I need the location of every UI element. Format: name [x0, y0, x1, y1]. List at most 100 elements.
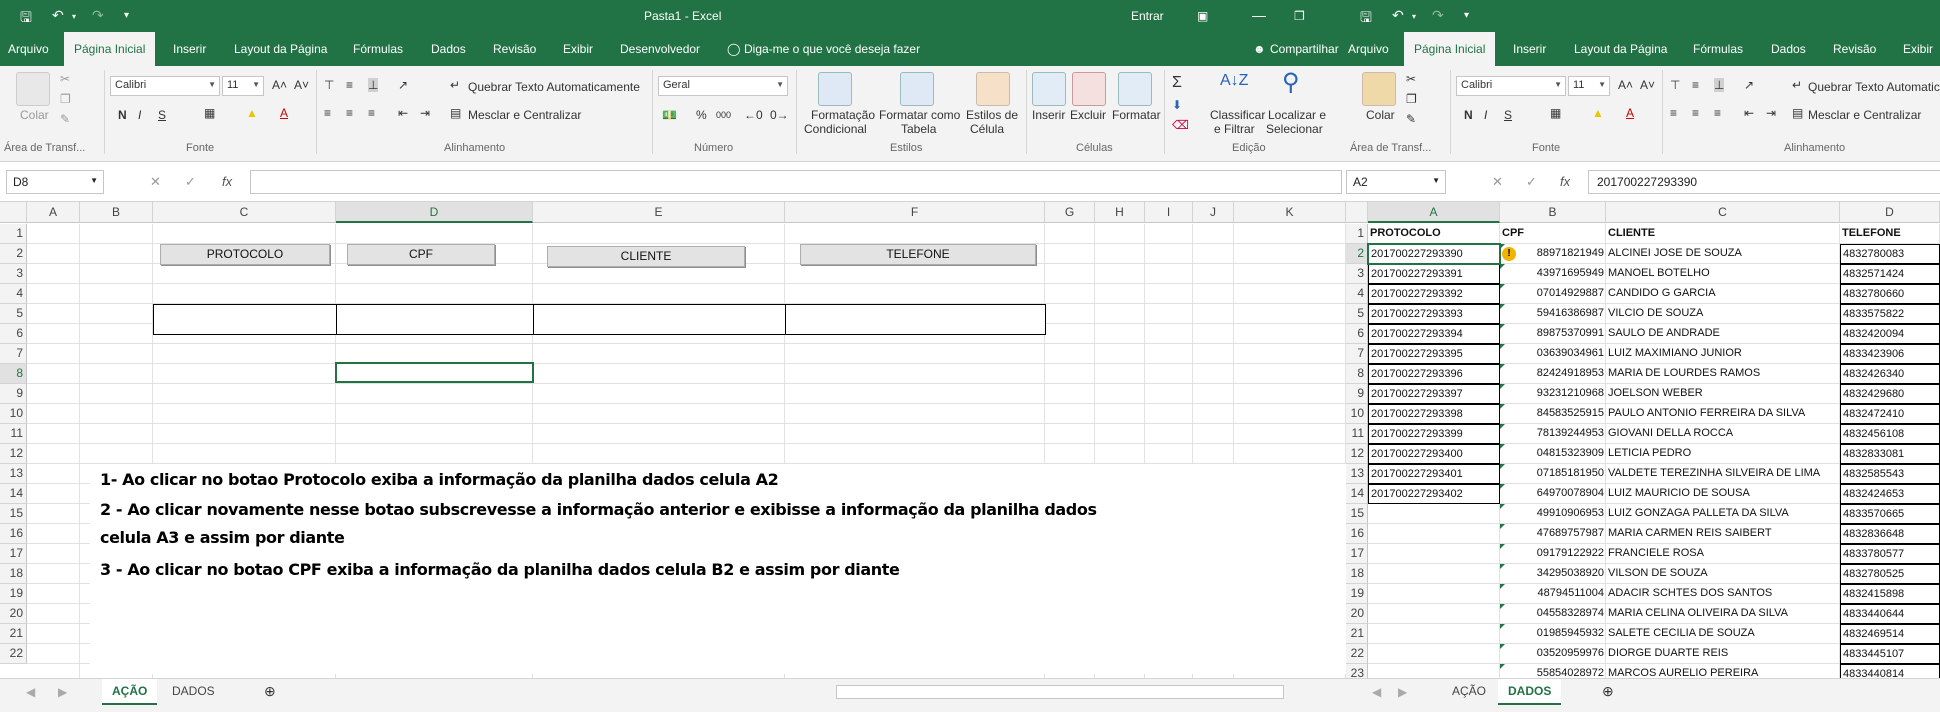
- borders-icon[interactable]: ▦: [204, 106, 215, 120]
- underline-button[interactable]: S: [158, 108, 166, 122]
- row-header[interactable]: 20: [0, 604, 27, 624]
- data-cell[interactable]: 4832472410: [1840, 404, 1940, 424]
- undo-icon[interactable]: ↶: [52, 7, 64, 24]
- customize-qat-icon[interactable]: ▾: [124, 10, 129, 21]
- sign-in-link[interactable]: Entrar: [1131, 9, 1164, 23]
- data-cell[interactable]: 07185181950: [1500, 464, 1606, 484]
- data-cell[interactable]: 4832469514: [1840, 624, 1940, 644]
- accounting-format-icon[interactable]: 💵: [662, 108, 677, 122]
- format-painter-icon[interactable]: ✎: [1406, 112, 1416, 126]
- copy-icon[interactable]: ❐: [1406, 92, 1417, 106]
- data-cell[interactable]: DIORGE DUARTE REIS: [1606, 644, 1840, 664]
- name-box[interactable]: A2 ▼: [1346, 170, 1446, 194]
- paste-icon[interactable]: [1362, 72, 1396, 106]
- data-cell[interactable]: 201700227293400: [1368, 444, 1500, 464]
- borders-icon[interactable]: ▦: [1550, 106, 1561, 120]
- data-cell[interactable]: [1368, 664, 1500, 678]
- row-header[interactable]: 22: [0, 644, 27, 664]
- shrink-font-icon[interactable]: A˅: [1640, 78, 1655, 92]
- selected-cell[interactable]: [1367, 243, 1501, 265]
- tab-dados[interactable]: Dados: [431, 42, 466, 56]
- data-cell[interactable]: 49910906953: [1500, 504, 1606, 524]
- row-header[interactable]: 7: [0, 344, 27, 364]
- increase-indent-icon[interactable]: ⇥: [1766, 106, 1776, 120]
- column-header[interactable]: J: [1193, 202, 1234, 223]
- tab-pagina-inicial[interactable]: Página Inicial: [64, 32, 156, 66]
- data-cell[interactable]: [1368, 604, 1500, 624]
- row-header[interactable]: 20: [1346, 604, 1368, 624]
- sheet-tab-acao[interactable]: AÇÃO: [102, 679, 158, 705]
- fill-icon[interactable]: ⬇: [1172, 98, 1182, 112]
- bold-button[interactable]: N: [1464, 108, 1473, 122]
- increase-decimal-icon[interactable]: ←0: [744, 108, 763, 122]
- share-button[interactable]: Compartilhar: [1270, 42, 1339, 56]
- row-header[interactable]: 23: [1346, 664, 1368, 678]
- data-cell[interactable]: 201700227293398: [1368, 404, 1500, 424]
- data-cell[interactable]: 4833780577: [1840, 544, 1940, 564]
- font-name-combo[interactable]: Calibri ▼: [110, 76, 220, 96]
- data-cell[interactable]: ADACIR SCHTES DOS SANTOS: [1606, 584, 1840, 604]
- find-select-label-1[interactable]: Localizar e: [1268, 108, 1326, 122]
- row-header[interactable]: 4: [0, 284, 27, 304]
- data-cell[interactable]: 04815323909: [1500, 444, 1606, 464]
- data-cell[interactable]: 43971695949: [1500, 264, 1606, 284]
- data-cell[interactable]: LETICIA PEDRO: [1606, 444, 1840, 464]
- row-header[interactable]: 7: [1346, 344, 1368, 364]
- column-header[interactable]: K: [1234, 202, 1346, 223]
- data-cell[interactable]: 201700227293402: [1368, 484, 1500, 504]
- row-header[interactable]: 16: [1346, 524, 1368, 544]
- column-header[interactable]: A: [1368, 202, 1500, 223]
- column-header[interactable]: B: [80, 202, 153, 223]
- data-cell[interactable]: 64970078904: [1500, 484, 1606, 504]
- insert-cells-button[interactable]: Inserir: [1032, 108, 1065, 122]
- data-cell[interactable]: 07014929887: [1500, 284, 1606, 304]
- underline-button[interactable]: S: [1504, 108, 1512, 122]
- format-table-label-1[interactable]: Formatar como: [879, 108, 960, 122]
- save-icon[interactable]: 🖫: [1360, 7, 1372, 31]
- bold-button[interactable]: N: [118, 108, 127, 122]
- column-header[interactable]: H: [1095, 202, 1145, 223]
- select-all-corner[interactable]: [1346, 202, 1368, 223]
- italic-button[interactable]: I: [1484, 108, 1487, 122]
- tab-inserir[interactable]: Inserir: [1513, 42, 1546, 56]
- tab-revisao[interactable]: Revisão: [1833, 42, 1876, 56]
- cell-styles-label-1[interactable]: Estilos de: [966, 108, 1018, 122]
- data-cell[interactable]: LUIZ MAXIMIANO JUNIOR: [1606, 344, 1840, 364]
- data-cell[interactable]: 4833440644: [1840, 604, 1940, 624]
- autosum-icon[interactable]: Σ: [1172, 74, 1182, 92]
- row-header[interactable]: 5: [0, 304, 27, 324]
- format-cells-button[interactable]: Formatar: [1112, 108, 1161, 122]
- data-cell[interactable]: 4832429680: [1840, 384, 1940, 404]
- undo-icon[interactable]: ↶: [1392, 7, 1404, 24]
- horizontal-scrollbar[interactable]: [836, 685, 1284, 699]
- data-cell[interactable]: 89875370991: [1500, 324, 1606, 344]
- prev-sheet-icon[interactable]: ◀: [1372, 685, 1381, 699]
- data-cell[interactable]: 4832424653: [1840, 484, 1940, 504]
- data-cell[interactable]: MANOEL BOTELHO: [1606, 264, 1840, 284]
- align-middle-icon[interactable]: ≡: [1692, 78, 1699, 92]
- data-cell[interactable]: JOELSON WEBER: [1606, 384, 1840, 404]
- conditional-format-label-2[interactable]: Condicional: [804, 122, 867, 136]
- data-cell[interactable]: [1368, 624, 1500, 644]
- tab-arquivo[interactable]: Arquivo: [8, 42, 49, 56]
- wrap-text-button[interactable]: Quebrar Texto Automatic: [1808, 80, 1940, 94]
- row-header[interactable]: 19: [1346, 584, 1368, 604]
- sort-filter-label-1[interactable]: Classificar: [1210, 108, 1265, 122]
- row-header[interactable]: 2: [1346, 244, 1368, 264]
- header-cell[interactable]: PROTOCOLO: [1368, 224, 1500, 244]
- data-cell[interactable]: LUIZ GONZAGA PALLETA DA SILVA: [1606, 504, 1840, 524]
- data-cell[interactable]: 201700227293396: [1368, 364, 1500, 384]
- increase-indent-icon[interactable]: ⇥: [420, 106, 430, 120]
- column-header[interactable]: F: [785, 202, 1045, 223]
- header-cell[interactable]: CPF: [1500, 224, 1606, 244]
- merge-center-button[interactable]: Mesclar e Centralizar: [1808, 108, 1921, 122]
- align-bottom-icon[interactable]: ⊥: [1714, 78, 1725, 92]
- data-cell[interactable]: [1368, 524, 1500, 544]
- data-cell[interactable]: 4833575822: [1840, 304, 1940, 324]
- tab-formulas[interactable]: Fórmulas: [353, 42, 403, 56]
- tab-formulas[interactable]: Fórmulas: [1693, 42, 1743, 56]
- row-header[interactable]: 21: [0, 624, 27, 644]
- row-header[interactable]: 12: [1346, 444, 1368, 464]
- data-cell[interactable]: 4832426340: [1840, 364, 1940, 384]
- column-header[interactable]: G: [1045, 202, 1095, 223]
